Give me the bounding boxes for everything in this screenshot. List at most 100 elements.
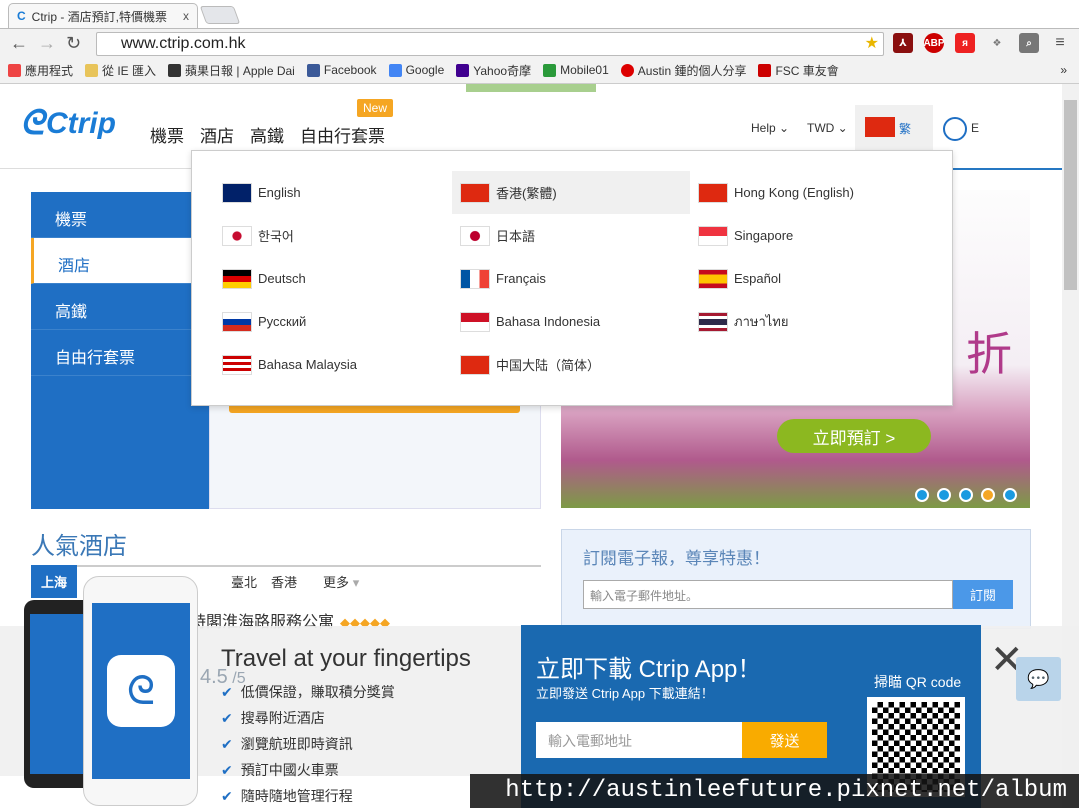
ctrip-logo[interactable]: ᘓ Ctrip — [20, 104, 116, 143]
nav-flights[interactable]: 機票 — [150, 122, 184, 147]
side-menu-hotels[interactable]: 酒店 — [31, 238, 209, 284]
feature-item: ✔ 瀏覽航班即時資訊 — [221, 731, 395, 757]
language-option-es[interactable]: Español — [690, 257, 928, 300]
uk-flag-icon — [222, 182, 252, 203]
th-flag-icon — [698, 311, 728, 332]
back-icon[interactable]: ← — [10, 33, 28, 54]
reload-icon[interactable]: ↻ — [66, 33, 81, 54]
currency-menu[interactable]: TWD ⌄ — [807, 121, 848, 135]
bookmark-apps[interactable]: 應用程式 — [8, 62, 73, 79]
language-label: Bahasa Indonesia — [496, 314, 601, 329]
language-label: Bahasa Malaysia — [258, 357, 357, 372]
address-bar[interactable]: www.ctrip.com.hk ★ — [96, 32, 884, 56]
bookmark-label: Yahoo奇摩 — [473, 63, 532, 78]
url-text: www.ctrip.com.hk — [121, 35, 246, 52]
carousel-dot[interactable] — [937, 488, 951, 502]
nav-hotels[interactable]: 酒店 — [200, 122, 234, 147]
pdf-icon[interactable]: ⅄ — [893, 33, 913, 53]
city-tab-hongkong[interactable]: 香港 — [271, 572, 297, 591]
bookmark-facebook[interactable]: Facebook — [306, 63, 377, 77]
bookmark-apple-daily[interactable]: 蘋果日報 | Apple Dai — [168, 62, 295, 79]
side-menu-background — [31, 374, 209, 509]
feature-text: 搜尋附近酒店 — [240, 710, 325, 726]
bookmark-fsc[interactable]: FSC 車友會 — [758, 62, 839, 79]
carousel-dot-active[interactable] — [981, 488, 995, 502]
hk-flag-icon — [698, 182, 728, 203]
language-option-ru[interactable]: Русский — [214, 300, 452, 343]
side-menu-flights[interactable]: 機票 — [31, 192, 209, 238]
main-nav: 機票 酒店 高鐵 自由行套票 — [150, 122, 385, 147]
scrollbar-thumb[interactable] — [1064, 100, 1077, 290]
watermark-text: http://austinleefuture.pixnet.net/album — [505, 777, 1067, 804]
bookmarks-overflow-icon[interactable]: » — [1060, 63, 1067, 77]
language-option-my[interactable]: Bahasa Malaysia — [214, 343, 452, 386]
phone-screen: ᘓ — [92, 603, 190, 779]
vivaldi-icon[interactable]: ᴙ — [955, 33, 975, 53]
kr-flag-icon — [222, 225, 252, 246]
newsletter-email-input[interactable]: 輸入電子郵件地址。 — [583, 580, 953, 609]
language-option-uk[interactable]: English — [214, 171, 452, 214]
side-menu: 機票 酒店 高鐵 自由行套票 — [31, 192, 209, 376]
language-option-cn[interactable]: 中国大陆（简体） — [452, 343, 690, 386]
language-menu-button[interactable]: 繁 — [855, 105, 933, 150]
chat-icon[interactable]: 💬 — [1016, 657, 1061, 701]
feature-text: 隨時隨地管理行程 — [240, 788, 353, 804]
new-tab-button[interactable] — [199, 6, 241, 24]
language-option-hk[interactable]: 香港(繁體) — [452, 171, 690, 214]
check-icon: ✔ — [221, 684, 233, 700]
dropbox-icon[interactable]: ❖ — [987, 33, 1007, 53]
language-option-de[interactable]: Deutsch — [214, 257, 452, 300]
bookmark-yahoo[interactable]: Yahoo奇摩 — [456, 62, 531, 79]
app-email-input[interactable]: 輸入電郵地址 — [536, 722, 743, 758]
language-option-kr[interactable]: 한국어 — [214, 214, 452, 257]
language-option-th[interactable]: ภาษาไทย — [690, 300, 928, 343]
feature-text: 低價保證，賺取積分獎賞 — [240, 684, 395, 700]
fr-flag-icon — [460, 268, 490, 289]
check-icon: ✔ — [221, 762, 233, 778]
bookmark-google[interactable]: Google — [388, 63, 445, 77]
language-option-id[interactable]: Bahasa Indonesia — [452, 300, 690, 343]
language-option-fr[interactable]: Français — [452, 257, 690, 300]
promo-text: 折 — [966, 328, 1012, 380]
bookmark-label: Austin 鍾的個人分享 — [637, 63, 747, 78]
nav-packages[interactable]: 自由行套票 — [300, 122, 385, 147]
fsc-icon — [758, 63, 772, 77]
user-avatar-icon[interactable] — [943, 117, 967, 141]
carousel-dot[interactable] — [915, 488, 929, 502]
forward-icon[interactable]: → — [38, 33, 56, 54]
side-menu-packages[interactable]: 自由行套票 — [31, 330, 209, 376]
city-tab-more[interactable]: 更多 ▾ — [323, 572, 359, 591]
language-option-jp[interactable]: 日本語 — [452, 214, 690, 257]
city-tab-shanghai[interactable]: 上海 — [31, 564, 78, 598]
language-option-sg[interactable]: Singapore — [690, 214, 928, 257]
carousel-dot[interactable] — [1003, 488, 1017, 502]
side-menu-rail[interactable]: 高鐵 — [31, 284, 209, 330]
browser-tab[interactable]: C Ctrip - 酒店預訂,特價機票 x — [8, 3, 198, 28]
subscribe-button[interactable]: 訂閱 — [953, 580, 1013, 609]
user-name[interactable]: E — [971, 121, 979, 135]
currency-label: TWD — [807, 121, 835, 135]
bookmark-label: Facebook — [323, 63, 377, 77]
bookmark-star-icon[interactable]: ★ — [865, 33, 879, 53]
city-tab-taipei[interactable]: 臺北 — [231, 572, 257, 591]
search-extension-icon[interactable]: ⌕ — [1019, 33, 1039, 53]
adblock-icon[interactable]: ABP — [923, 33, 945, 53]
cn-flag-icon — [460, 354, 490, 375]
carousel-dot[interactable] — [959, 488, 973, 502]
send-button[interactable]: 發送 — [742, 722, 827, 758]
id-flag-icon — [460, 311, 490, 332]
top-notice-bar — [466, 84, 596, 92]
help-menu[interactable]: Help ⌄ — [751, 121, 789, 135]
es-flag-icon — [698, 268, 728, 289]
menu-icon[interactable]: ≡ — [1050, 33, 1070, 53]
nav-rail[interactable]: 高鐵 — [250, 122, 284, 147]
book-now-button[interactable]: 立即預訂 > — [777, 419, 931, 453]
bookmark-ie-import[interactable]: 從 IE 匯入 — [85, 62, 156, 79]
bookmark-austin[interactable]: Austin 鍾的個人分享 — [620, 62, 747, 79]
folder-icon — [85, 63, 99, 77]
language-option-hk[interactable]: Hong Kong (English) — [690, 171, 928, 214]
bookmark-label: Google — [405, 63, 445, 77]
bookmark-mobile01[interactable]: Mobile01 — [543, 63, 609, 77]
tab-close-icon[interactable]: x — [183, 9, 189, 23]
feature-item: ✔ 搜尋附近酒店 — [221, 705, 395, 731]
